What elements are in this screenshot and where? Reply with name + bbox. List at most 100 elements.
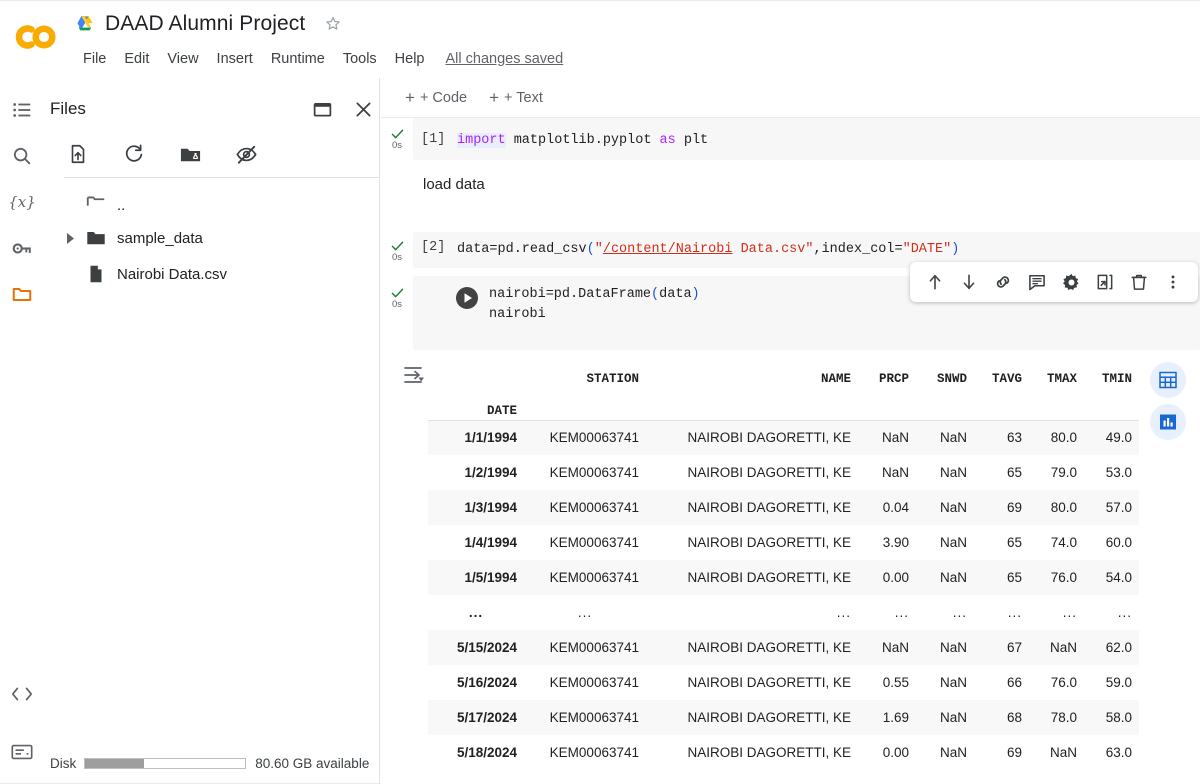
cell-station: KEM00063741 [549, 535, 639, 550]
menu-help[interactable]: Help [386, 48, 434, 70]
tree-arrow-placeholder [62, 194, 78, 210]
variables-icon[interactable]: {x} [6, 186, 38, 218]
cell-tmax: 80.0 [1029, 419, 1084, 455]
cell-station: KEM00063741 [549, 745, 639, 760]
move-cell-up-icon[interactable] [922, 269, 948, 295]
svg-text:{x}: {x} [10, 193, 34, 211]
file-tree-item-parent[interactable]: .. [44, 184, 380, 220]
column-header-prcp[interactable]: PRCP [858, 360, 916, 390]
cell-tmin: ... [1117, 605, 1132, 620]
table-row[interactable]: 5/18/2024 KEM00063741 NAIROBI DAGORETTI,… [428, 735, 1139, 770]
files-folder-icon[interactable] [6, 278, 38, 310]
folder-up-icon [84, 190, 108, 214]
add-code-cell-button[interactable]: + + Code [397, 85, 475, 110]
menu-view[interactable]: View [158, 48, 207, 70]
column-header-tmin[interactable]: TMIN [1084, 360, 1139, 390]
disk-usage-bar [84, 757, 247, 769]
chevron-right-icon[interactable] [62, 230, 78, 246]
disk-label: Disk [50, 755, 77, 771]
cell-success-check-icon [391, 129, 403, 139]
cell-execution-count: [2] [421, 240, 446, 255]
interactive-table-icon[interactable] [1150, 362, 1186, 398]
left-icon-rail: {x} [0, 78, 44, 784]
cell-tavg: 65 [1006, 465, 1022, 480]
cell-settings-gear-icon[interactable] [1058, 269, 1084, 295]
add-comment-icon[interactable] [1024, 269, 1050, 295]
cell-snwd: NaN [939, 465, 967, 480]
top-bar: DAAD Alumni Project File Edit View Inser… [0, 0, 1200, 78]
code-cell-body[interactable]: [1] import matplotlib.pyplot as plt [413, 118, 1200, 160]
mount-drive-icon[interactable] [176, 140, 204, 168]
column-header-snwd[interactable]: SNWD [916, 360, 974, 390]
cell-station: KEM00063741 [549, 710, 639, 725]
copy-link-to-cell-icon[interactable] [990, 269, 1016, 295]
column-header-tavg[interactable]: TAVG [974, 360, 1029, 390]
table-row[interactable]: 5/17/2024 KEM00063741 NAIROBI DAGORETTI,… [428, 700, 1139, 735]
table-row[interactable]: 1/2/1994 KEM00063741 NAIROBI DAGORETTI, … [428, 455, 1139, 490]
dataframe-filter-icon[interactable] [401, 364, 425, 386]
files-panel: Files .. sample_data Nairobi Data.csv [44, 78, 380, 784]
menu-file[interactable]: File [74, 48, 115, 70]
menu-tools[interactable]: Tools [334, 48, 386, 70]
cell-station: KEM00063741 [549, 500, 639, 515]
cell-station: ... [577, 605, 593, 620]
refresh-icon[interactable] [120, 140, 148, 168]
menu-edit[interactable]: Edit [115, 48, 158, 70]
file-tree-item-nairobi-csv[interactable]: Nairobi Data.csv [44, 256, 380, 292]
table-row[interactable]: 5/15/2024 KEM00063741 NAIROBI DAGORETTI,… [428, 630, 1139, 665]
spacer [524, 390, 646, 420]
cell-prcp: 0.55 [882, 675, 909, 690]
table-row[interactable]: 1/3/1994 KEM00063741 NAIROBI DAGORETTI, … [428, 490, 1139, 525]
table-of-contents-icon[interactable] [6, 94, 38, 126]
cell-prcp: 0.04 [882, 500, 909, 515]
cell-tmax: NaN [1049, 745, 1077, 760]
text-cell-body[interactable]: load data [413, 160, 1200, 209]
run-cell-button[interactable] [455, 286, 479, 310]
mirror-cell-in-tab-icon[interactable] [1092, 269, 1118, 295]
cell-tavg: 68 [1006, 710, 1022, 725]
menu-insert[interactable]: Insert [208, 48, 262, 70]
colab-logo[interactable] [14, 18, 62, 56]
menu-runtime[interactable]: Runtime [262, 48, 334, 70]
spacer [858, 390, 916, 420]
hide-hidden-files-icon[interactable] [232, 140, 260, 168]
delete-cell-icon[interactable] [1126, 269, 1152, 295]
cell-station: KEM00063741 [549, 675, 639, 690]
code-line: import matplotlib.pyplot as plt [457, 133, 709, 148]
terminal-icon[interactable] [6, 736, 38, 768]
file-tree-item-sample-data[interactable]: sample_data [44, 220, 380, 256]
table-row[interactable]: 5/16/2024 KEM00063741 NAIROBI DAGORETTI,… [428, 665, 1139, 700]
secrets-key-icon[interactable] [6, 232, 38, 264]
row-index: 1/1/1994 [428, 419, 524, 455]
column-header-tmax[interactable]: TMAX [1029, 360, 1084, 390]
column-header-name[interactable]: NAME [646, 360, 858, 390]
cell-tmin: 62.0 [1105, 640, 1132, 655]
star-outline-icon[interactable] [323, 14, 343, 34]
suggest-charts-icon[interactable] [1150, 404, 1186, 440]
code-snippets-icon[interactable] [6, 678, 38, 710]
table-row[interactable]: 1/4/1994 KEM00063741 NAIROBI DAGORETTI, … [428, 525, 1139, 560]
text-cell-load-data[interactable]: load data [381, 160, 1200, 232]
more-cell-actions-icon[interactable] [1160, 269, 1186, 295]
dataframe-column-header-row: STATION NAME PRCP SNWD TAVG TMAX TMIN [428, 360, 1139, 390]
search-icon[interactable] [6, 140, 38, 172]
table-row[interactable]: 1/5/1994 KEM00063741 NAIROBI DAGORETTI, … [428, 560, 1139, 595]
close-icon[interactable] [349, 95, 377, 123]
cell-tavg: 65 [1006, 570, 1022, 585]
cell-prcp: 0.00 [882, 745, 909, 760]
code-cell-1[interactable]: 0s [1] import matplotlib.pyplot as plt [381, 118, 1200, 160]
move-cell-down-icon[interactable] [956, 269, 982, 295]
table-row[interactable]: 1/1/1994 KEM00063741 NAIROBI DAGORETTI, … [428, 419, 1139, 455]
cell-runtime: 0s [391, 252, 403, 263]
save-status[interactable]: All changes saved [446, 51, 564, 67]
cell-snwd: NaN [939, 640, 967, 655]
cell-prcp: 0.00 [882, 570, 909, 585]
upload-file-icon[interactable] [64, 140, 92, 168]
open-in-new-pane-icon[interactable] [308, 95, 336, 123]
cell-name: NAIROBI DAGORETTI, KE [687, 570, 851, 585]
add-text-cell-button[interactable]: + + Text [481, 85, 551, 110]
column-header-station[interactable]: STATION [524, 360, 646, 390]
cell-tavg: 66 [1006, 675, 1022, 690]
cell-tmin: 60.0 [1105, 535, 1132, 550]
files-panel-title: Files [50, 99, 86, 118]
